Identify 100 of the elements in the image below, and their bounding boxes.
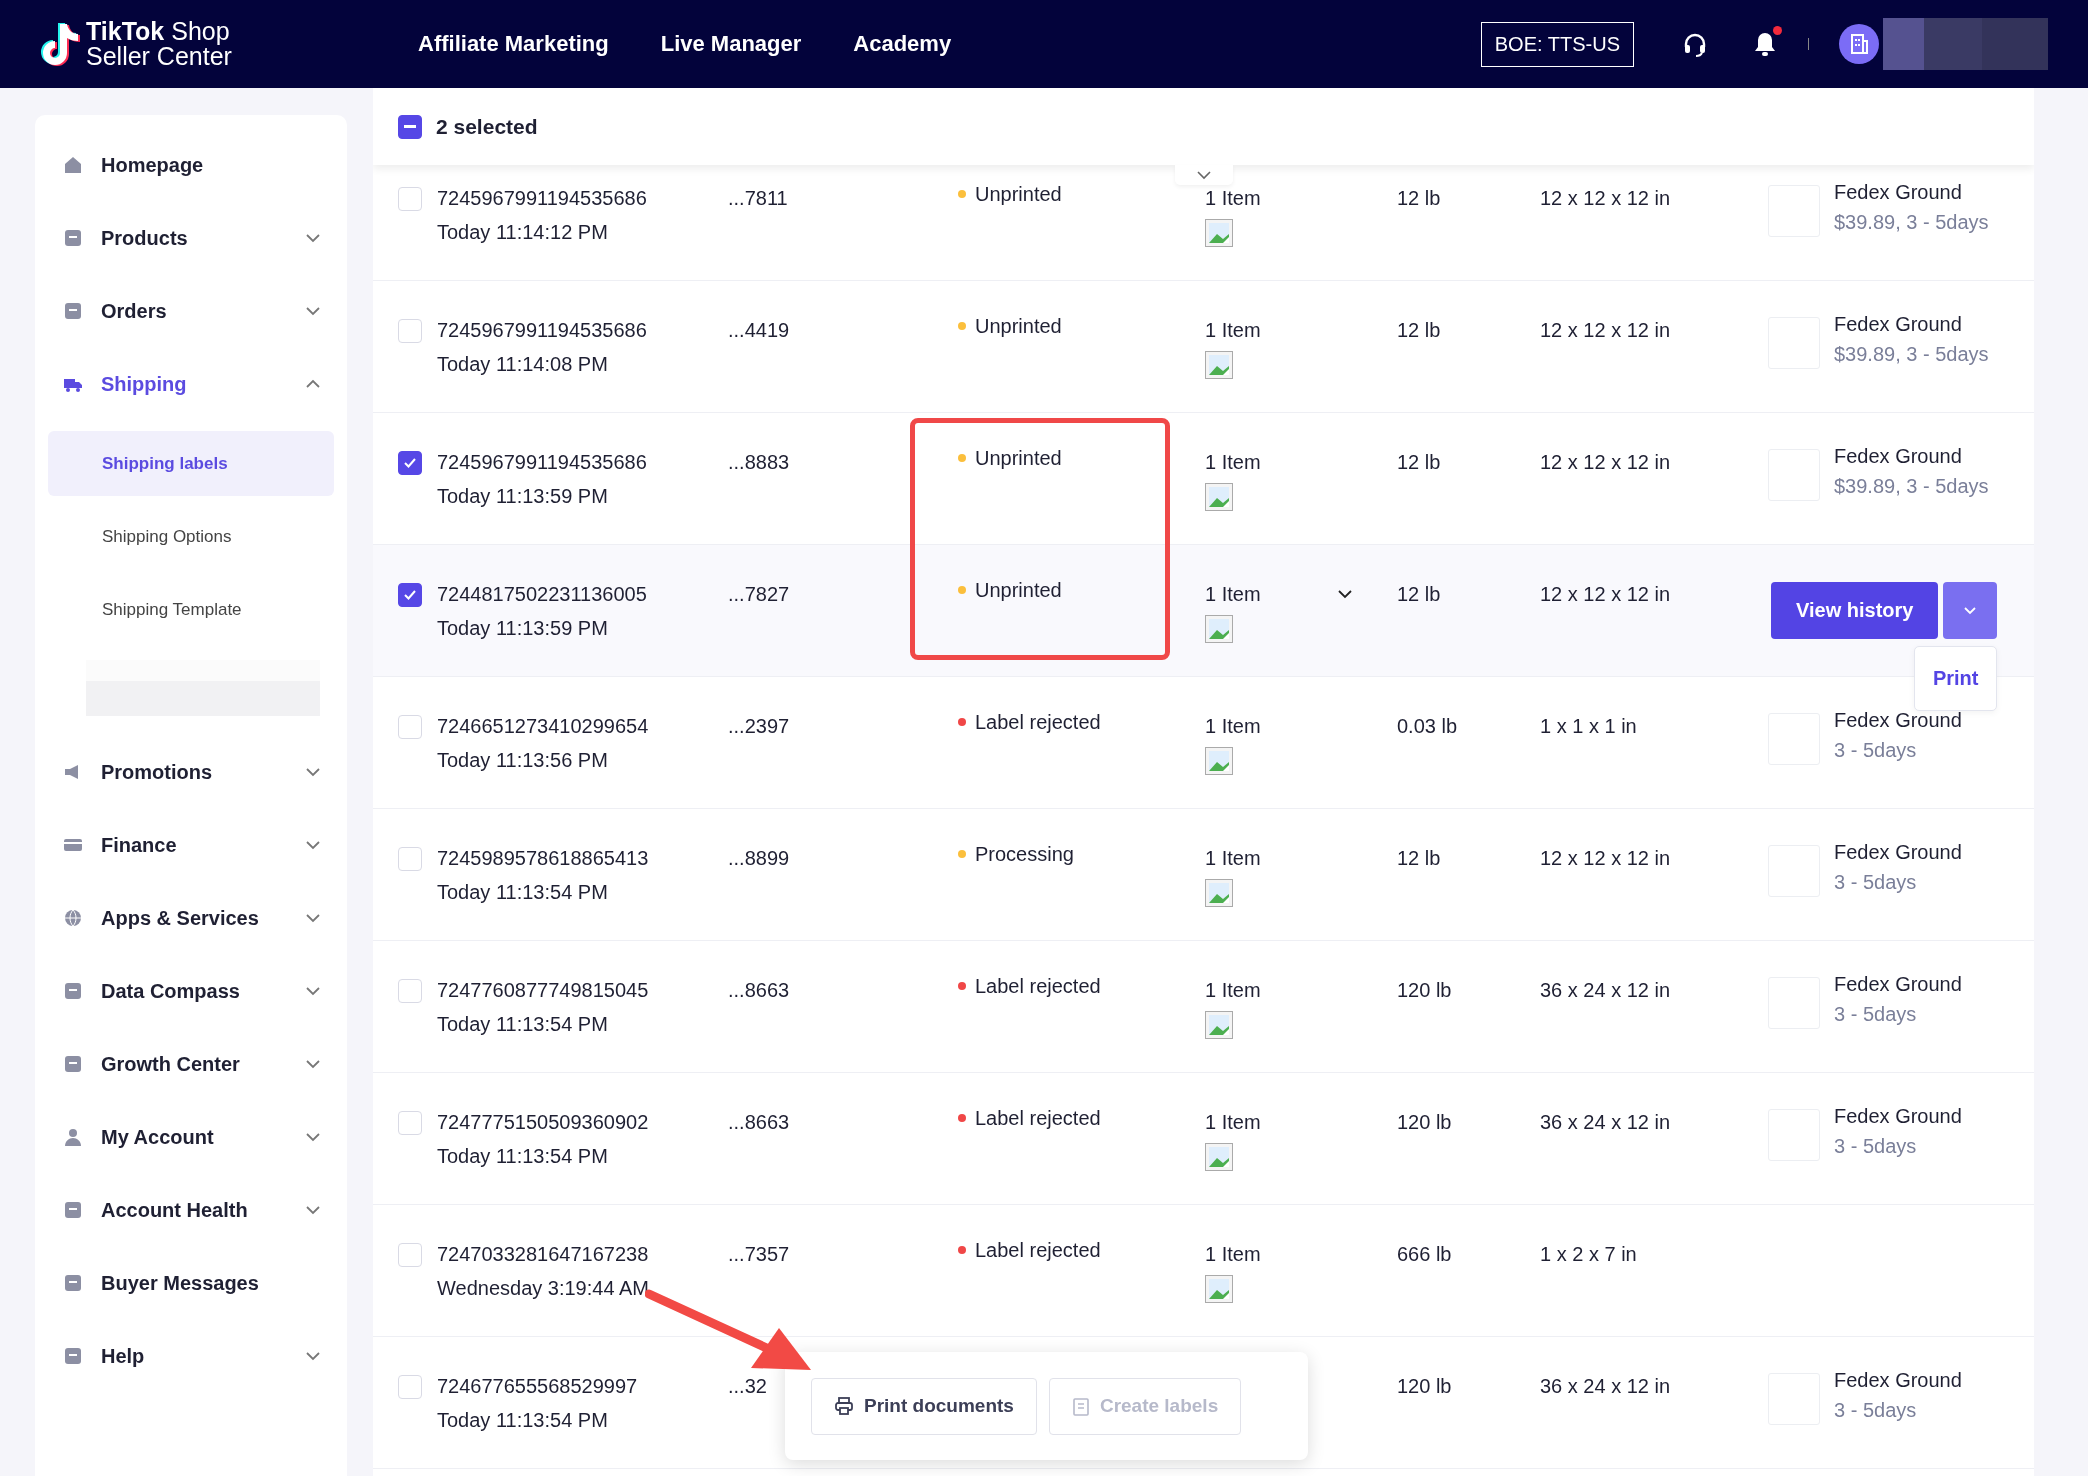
- order-id: 7245967991194535686: [437, 318, 648, 343]
- carrier-name: Fedex Ground: [1834, 972, 1962, 997]
- chevron-down-icon[interactable]: [1337, 589, 1353, 599]
- order-id: 7247033281647167238: [437, 1242, 650, 1267]
- package-id: ...8899: [728, 846, 790, 871]
- printer-icon: [834, 1396, 854, 1416]
- order-id: 7244817502231136005: [437, 582, 648, 607]
- broken-image-icon: [1205, 351, 1233, 379]
- bell-icon[interactable]: [1752, 30, 1778, 58]
- sidebar-item[interactable]: Data Compass: [35, 971, 347, 1011]
- item-count: 1 Item: [1205, 318, 1261, 343]
- table-row[interactable]: 7247775150509360902 Today 11:13:54 PM ...8663 Label rejected 1 Item 120 lb 36 x 24 x 12 in Fedex Ground 3 - 5days: [373, 1073, 2034, 1205]
- broken-image-icon: [1205, 879, 1233, 907]
- package-dimensions: 12 x 12 x 12 in: [1540, 450, 1671, 475]
- menu-item-icon: [63, 1200, 83, 1220]
- item-count: 1 Item: [1205, 450, 1261, 475]
- order-id: 724677655568529997: [437, 1374, 639, 1399]
- table-row[interactable]: 7245989578618865413 Today 11:13:54 PM ...8899 Processing 1 Item 12 lb 12 x 12 x 12 in Fedex Ground 3 - 5days: [373, 809, 2034, 941]
- sidebar-item[interactable]: Account Health: [35, 1190, 347, 1230]
- status-text: Unprinted: [975, 182, 1062, 207]
- order-id: 7245967991194535686: [437, 186, 648, 211]
- nav-link[interactable]: Affiliate Marketing: [418, 31, 609, 57]
- order-time: Today 11:13:56 PM: [437, 748, 609, 773]
- view-history-button[interactable]: View history: [1771, 582, 1939, 639]
- row-checkbox[interactable]: [398, 451, 422, 475]
- status-text: Label rejected: [975, 710, 1101, 735]
- music-note-logo-icon: [40, 20, 82, 68]
- menu-item-icon: [63, 1127, 83, 1147]
- item-count: 1 Item: [1205, 978, 1261, 1003]
- headset-icon[interactable]: [1682, 31, 1708, 57]
- sidebar-label: Homepage: [101, 153, 204, 177]
- menu-item-icon: [63, 301, 83, 321]
- item-count: 1 Item: [1205, 714, 1261, 739]
- carrier-name: Fedex Ground: [1834, 180, 1963, 205]
- nav-link[interactable]: Academy: [853, 31, 952, 57]
- select-all-checkbox[interactable]: [398, 114, 422, 139]
- avatar-icon[interactable]: [1839, 24, 1879, 64]
- sidebar-label: Orders: [101, 299, 167, 323]
- print-documents-button[interactable]: Print documents: [811, 1377, 1037, 1435]
- carrier-name: Fedex Ground: [1834, 840, 1962, 865]
- menu-item-icon: [63, 228, 83, 248]
- item-count: 1 Item: [1205, 1110, 1261, 1135]
- table-row[interactable]: 7245967991194535686 Today 11:14:08 PM ...4419 Unprinted 1 Item 12 lb 12 x 12 x 12 in Fedex Ground $39.89, 3 - 5days: [373, 281, 2034, 413]
- broken-image-icon: [1205, 219, 1233, 247]
- sidebar-item[interactable]: Buyer Messages: [35, 1263, 347, 1303]
- sidebar-item[interactable]: Shipping: [35, 364, 347, 404]
- sidebar-label: Data Compass: [101, 979, 240, 1003]
- sidebar-item[interactable]: My Account: [35, 1117, 347, 1157]
- sidebar-label: Finance: [101, 833, 177, 857]
- package-dimensions: 12 x 12 x 12 in: [1540, 186, 1671, 211]
- sidebar-item[interactable]: Orders: [35, 291, 347, 331]
- package-dimensions: 36 x 24 x 12 in: [1540, 978, 1671, 1003]
- item-count: 1 Item: [1205, 1242, 1261, 1267]
- package-weight: 666 lb: [1397, 1242, 1452, 1267]
- order-time: Today 11:13:54 PM: [437, 1012, 609, 1037]
- collapse-tab[interactable]: [1175, 165, 1233, 185]
- sidebar-label: Apps & Services: [101, 906, 259, 930]
- package-id: ...7357: [728, 1242, 790, 1267]
- table-row[interactable]: 7247760877749815045 Today 11:13:54 PM ...8663 Label rejected 1 Item 120 lb 36 x 24 x 12 in Fedex Ground 3 - 5days: [373, 941, 2034, 1073]
- order-id: 7247775150509360902: [437, 1110, 650, 1135]
- carrier-detail: $39.89, 3 - 5days: [1834, 474, 1989, 499]
- status-text: Label rejected: [975, 1106, 1101, 1131]
- more-actions-button[interactable]: [1943, 582, 1998, 639]
- table-row[interactable]: 7247033281647167238 Wednesday 3:19:44 AM ...7357 Label rejected 1 Item 666 lb 1 x 2 x 7 in: [373, 1205, 2034, 1337]
- carrier-detail: 3 - 5days: [1834, 1134, 1918, 1159]
- sidebar-item[interactable]: Apps & Services: [35, 898, 347, 938]
- carrier-detail: 3 - 5days: [1834, 1398, 1918, 1423]
- sidebar-item[interactable]: Finance: [35, 825, 347, 865]
- logo-subtitle: Seller Center: [86, 44, 232, 69]
- nav-link[interactable]: Live Manager: [660, 31, 802, 57]
- item-count: 1 Item: [1205, 186, 1261, 211]
- sidebar-subitem[interactable]: Shipping Options: [48, 504, 334, 569]
- item-count: 1 Item: [1205, 846, 1261, 871]
- sidebar-item[interactable]: Growth Center: [35, 1044, 347, 1084]
- order-id: 7245967991194535686: [437, 450, 648, 475]
- status-text: Label rejected: [975, 1238, 1101, 1263]
- broken-image-icon: [1205, 483, 1233, 511]
- order-time: Today 11:14:08 PM: [437, 352, 609, 377]
- sidebar-subitem[interactable]: Shipping Template: [48, 577, 334, 642]
- package-id: ...4419: [728, 318, 790, 343]
- broken-image-icon: [1205, 615, 1233, 643]
- package-id: ...7811: [728, 186, 788, 211]
- sidebar-item[interactable]: Products: [35, 218, 347, 258]
- sidebar-item[interactable]: Help: [35, 1336, 347, 1376]
- environment-button[interactable]: BOE: TTS-US: [1480, 21, 1634, 67]
- status-text: Label rejected: [975, 974, 1101, 999]
- sidebar-item[interactable]: Promotions: [35, 752, 347, 792]
- menu-item-icon: [63, 981, 83, 1001]
- sidebar-label: My Account: [101, 1125, 214, 1149]
- carrier-name: Fedex Ground: [1834, 1368, 1962, 1393]
- sidebar-item[interactable]: Homepage: [35, 145, 347, 185]
- sidebar-label: Promotions: [101, 760, 213, 784]
- package-id: ...8663: [728, 1110, 790, 1135]
- carrier-detail: $39.89, 3 - 5days: [1834, 342, 1989, 367]
- row-checkbox[interactable]: [398, 583, 422, 607]
- sidebar-label: Growth Center: [101, 1052, 240, 1076]
- sidebar-subitem[interactable]: Shipping labels: [48, 431, 334, 496]
- broken-image-icon: [1205, 1275, 1233, 1303]
- broken-image-icon: [1205, 1011, 1233, 1039]
- menu-item-icon: [63, 155, 83, 175]
